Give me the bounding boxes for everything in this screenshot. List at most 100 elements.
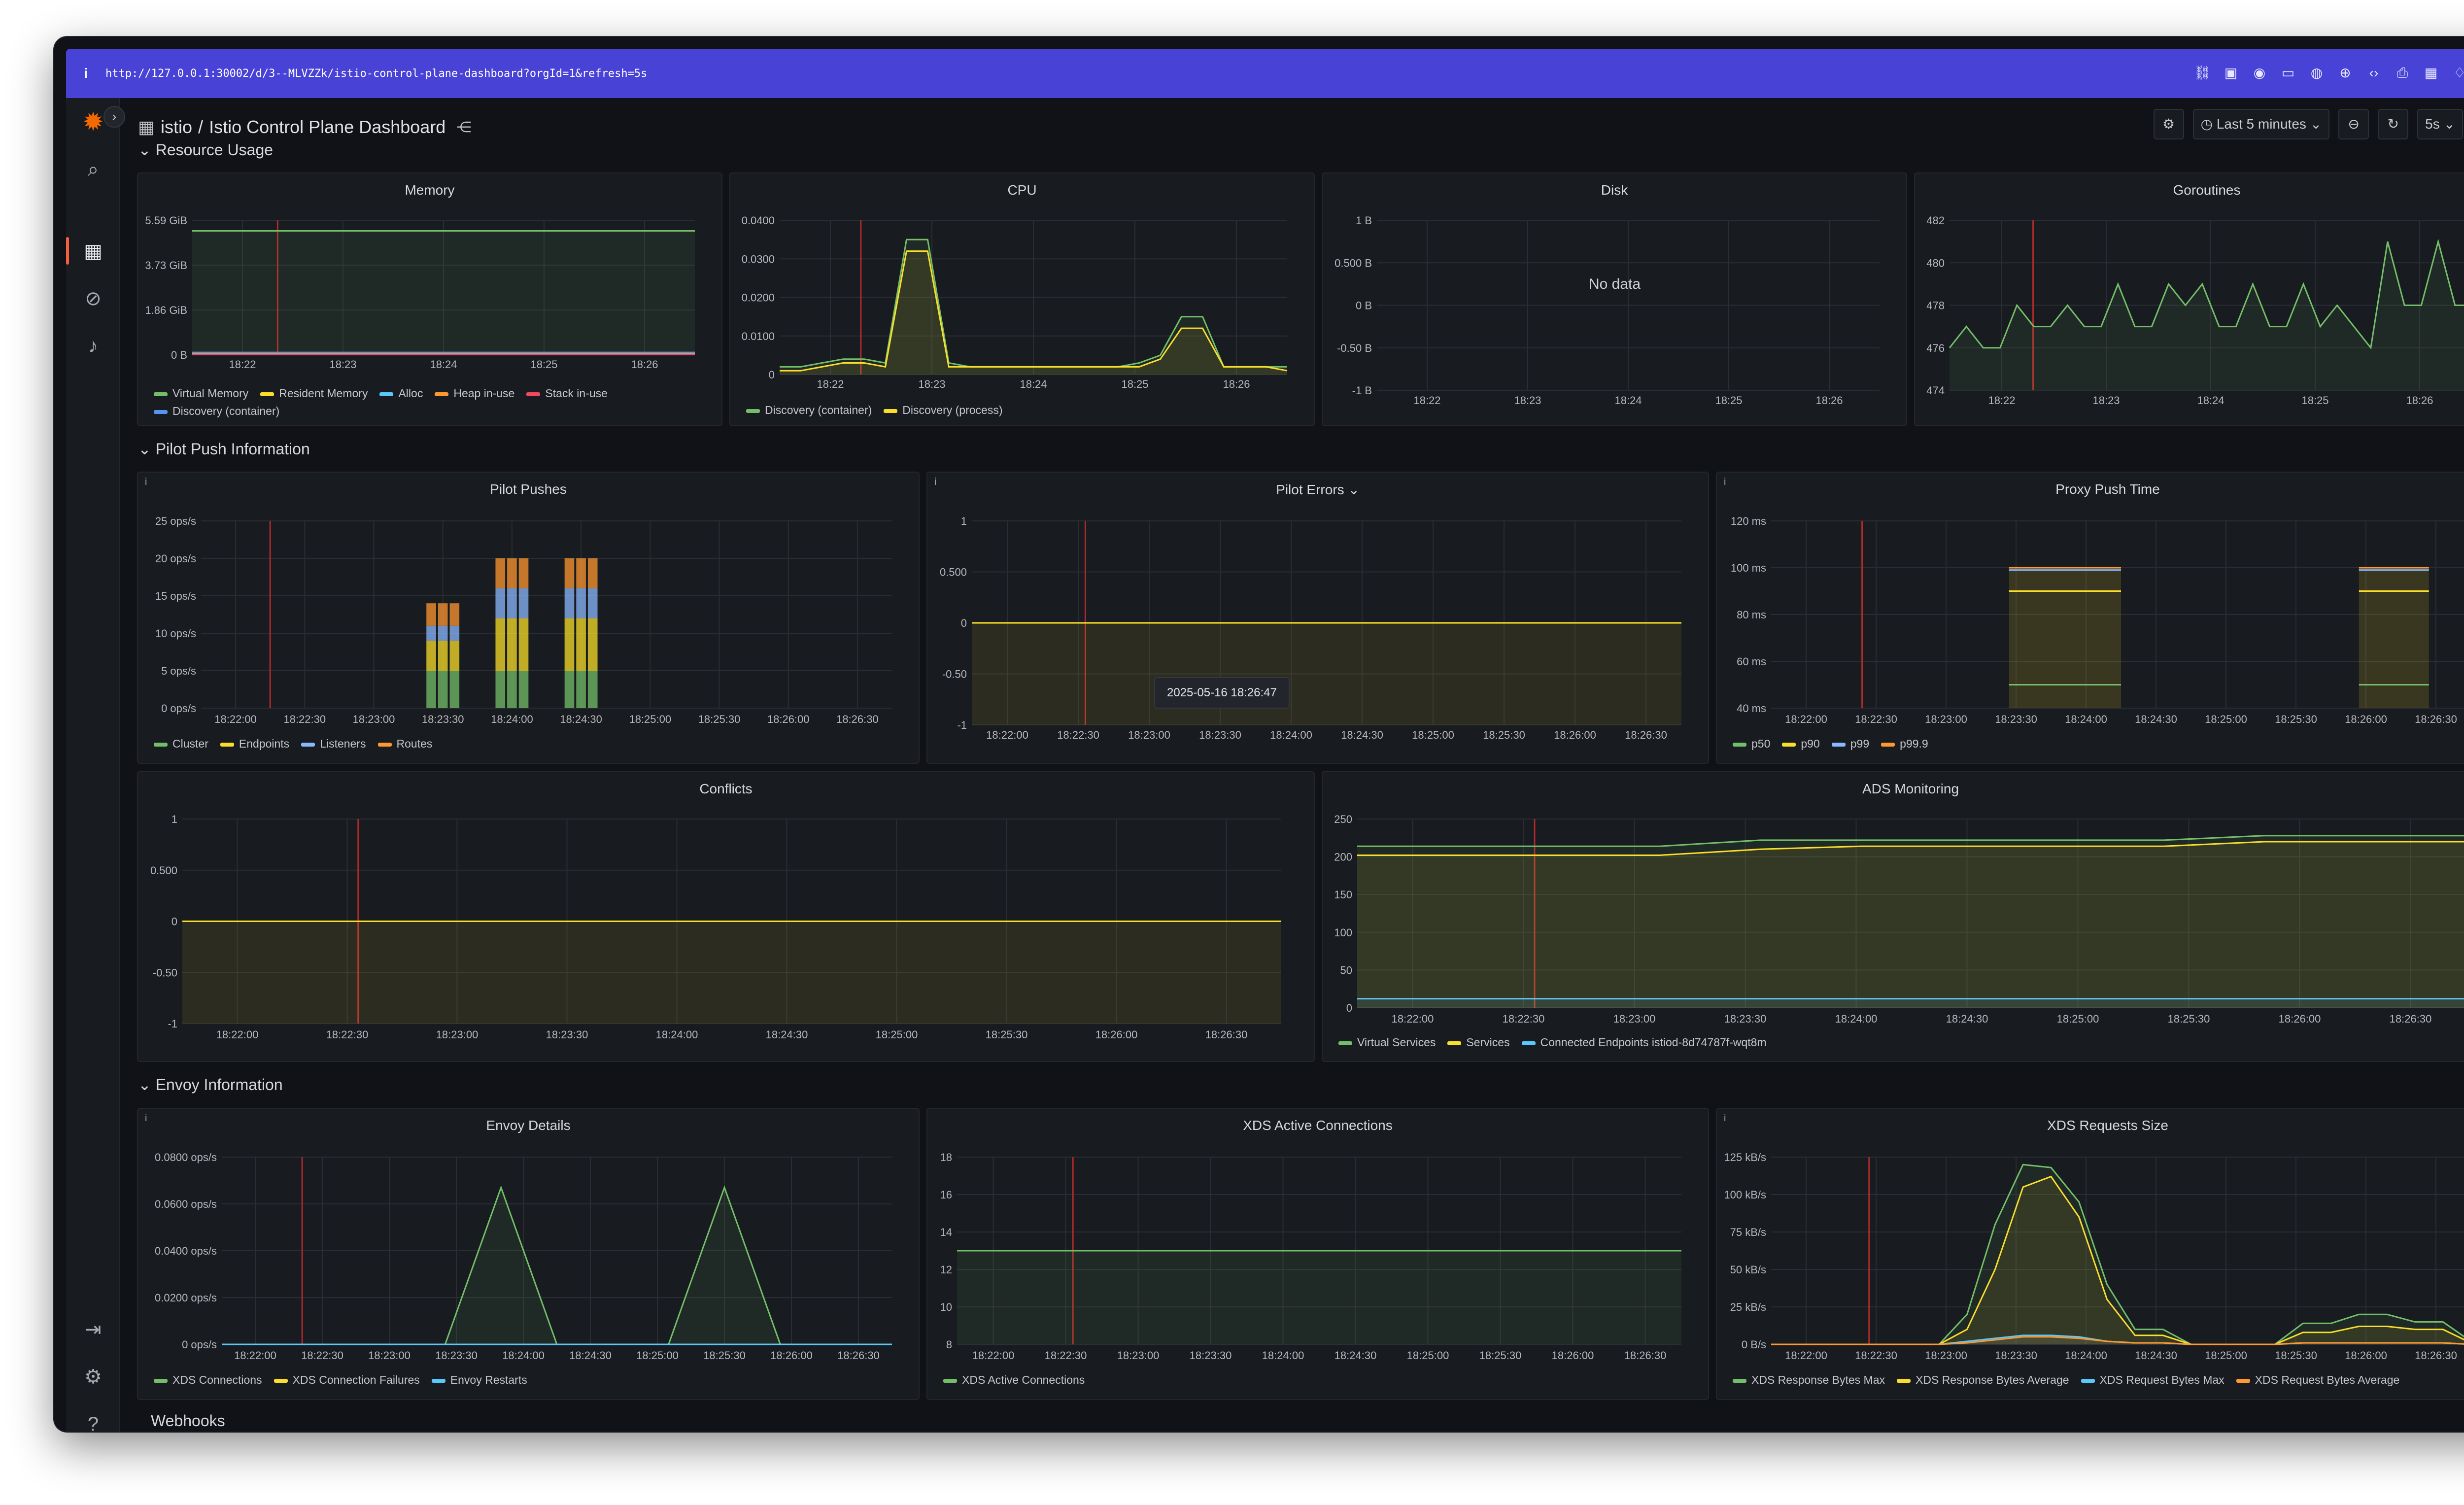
- bar-endpoints[interactable]: [507, 618, 517, 671]
- page-title[interactable]: Istio Control Plane Dashboard: [209, 117, 445, 137]
- panel-ads-monitoring[interactable]: ADS Monitoring 250 200 150 100 50 0 18:22:00 18…: [1322, 771, 2464, 1062]
- panel-proxy-push-time[interactable]: i Proxy Push Time 120 ms 100 ms 80 ms 60 ms…: [1716, 472, 2464, 764]
- panel-cpu[interactable]: CPU 0.0400 0.0300 0.0200 0.0100 0 18:22 18:23 1…: [729, 172, 1315, 426]
- bar-endpoints[interactable]: [495, 618, 506, 671]
- refresh-interval-picker[interactable]: 5s ⌄: [2417, 109, 2463, 139]
- bar-endpoints[interactable]: [426, 641, 436, 671]
- share-icon[interactable]: ⋲: [456, 119, 471, 136]
- legend-item[interactable]: Listeners: [301, 735, 366, 752]
- panel-envoy-details[interactable]: i Envoy Details 0.0800 ops/s 0.0600 ops/s…: [137, 1108, 920, 1400]
- panel-memory[interactable]: Memory 5.59 GiB 3.73 GiB 1.86 GiB 0 B 18:22 1…: [137, 172, 722, 426]
- url-text[interactable]: http://127.0.0.1:30002/d/3--MLVZZk/istio…: [105, 68, 647, 80]
- section-pilot-push[interactable]: ⌄ Pilot Push Information: [138, 440, 310, 458]
- bar-routes[interactable]: [426, 603, 436, 626]
- target-icon[interactable]: ⊕: [2336, 64, 2355, 82]
- legend-item[interactable]: Alloc: [379, 384, 423, 402]
- sign-in-icon[interactable]: ⇥: [77, 1313, 109, 1346]
- bar-cluster[interactable]: [495, 671, 506, 708]
- legend-item[interactable]: XDS Connections: [154, 1371, 262, 1389]
- search-icon[interactable]: ⌕: [77, 153, 109, 186]
- panel-goroutines[interactable]: Goroutines 482 480 478 476 474 18:22 18:23 18:2…: [1914, 172, 2464, 426]
- dashboard-settings-button[interactable]: ⚙: [2153, 109, 2184, 139]
- dashboards-icon[interactable]: ▦: [77, 235, 109, 268]
- legend-item[interactable]: p99: [1831, 735, 1869, 752]
- panel-disk[interactable]: Disk 1 B 0.500 B0 B -0.50 B -1 B 18:22 18:23 1…: [1322, 172, 1907, 426]
- printer-icon[interactable]: ⎙: [2393, 64, 2412, 82]
- bar-cluster[interactable]: [507, 671, 517, 708]
- legend-item[interactable]: Routes: [377, 735, 432, 752]
- section-resource-usage[interactable]: ⌄ Resource Usage: [138, 140, 273, 159]
- expand-sidebar-button[interactable]: ›: [103, 106, 125, 128]
- legend-item[interactable]: Discovery (process): [884, 401, 1003, 419]
- bar-listeners[interactable]: [438, 625, 448, 641]
- time-picker-button[interactable]: ◷ Last 5 minutes ⌄: [2192, 109, 2330, 139]
- bar-routes[interactable]: [449, 603, 460, 626]
- bar-listeners[interactable]: [518, 588, 529, 618]
- bar-routes[interactable]: [587, 558, 598, 588]
- legend-item[interactable]: XDS Request Bytes Max: [2081, 1371, 2224, 1389]
- bar-routes[interactable]: [564, 558, 575, 588]
- legend-item[interactable]: Discovery (container): [154, 402, 279, 420]
- info-icon[interactable]: i: [66, 66, 105, 81]
- terminal-icon[interactable]: ▭: [2279, 64, 2297, 82]
- bar-endpoints[interactable]: [438, 641, 448, 671]
- legend-item[interactable]: Endpoints: [220, 735, 289, 752]
- legend-item[interactable]: XDS Response Bytes Average: [1897, 1371, 2069, 1389]
- bar-cluster[interactable]: [518, 671, 529, 708]
- bar-cluster[interactable]: [564, 671, 575, 708]
- bar-endpoints[interactable]: [564, 618, 575, 671]
- bar-cluster[interactable]: [426, 671, 436, 708]
- bar-routes[interactable]: [576, 558, 586, 588]
- push-time-area[interactable]: [2359, 568, 2429, 708]
- zoom-out-button[interactable]: ⊖: [2338, 109, 2369, 139]
- explore-icon[interactable]: ⊘: [77, 282, 109, 315]
- legend-item[interactable]: XDS Response Bytes Max: [1733, 1371, 1885, 1389]
- help-icon[interactable]: ?: [77, 1408, 109, 1432]
- legend-item[interactable]: XDS Active Connections: [943, 1371, 1085, 1389]
- bell-icon[interactable]: ♢: [2450, 64, 2464, 82]
- bar-endpoints[interactable]: [449, 641, 460, 671]
- link-icon[interactable]: ⛓: [2193, 64, 2212, 82]
- camera-icon[interactable]: ◉: [2250, 64, 2269, 82]
- bar-listeners[interactable]: [426, 625, 436, 641]
- legend-item[interactable]: Discovery (container): [746, 401, 872, 419]
- alerting-bell-icon[interactable]: ♪: [77, 330, 109, 362]
- panel-pilot-errors[interactable]: i Pilot Errors ⌄ 1 0.500 0 -0.50 -1 18:22:00 1…: [926, 472, 1709, 764]
- section-webhooks[interactable]: Webhooks: [151, 1412, 225, 1430]
- legend-item[interactable]: Virtual Memory: [154, 384, 248, 402]
- legend-item[interactable]: Resident Memory: [260, 384, 368, 402]
- refresh-button[interactable]: ↻: [2378, 109, 2409, 139]
- bar-listeners[interactable]: [564, 588, 575, 618]
- bar-listeners[interactable]: [495, 588, 506, 618]
- folder-link[interactable]: istio: [161, 117, 192, 137]
- legend-item[interactable]: p99.9: [1881, 735, 1928, 752]
- legend-item[interactable]: Heap in-use: [435, 384, 514, 402]
- bar-routes[interactable]: [438, 603, 448, 626]
- bar-listeners[interactable]: [449, 625, 460, 641]
- code-icon[interactable]: ‹›: [2364, 64, 2383, 82]
- bar-listeners[interactable]: [507, 588, 517, 618]
- legend-item[interactable]: XDS Connection Failures: [274, 1371, 420, 1389]
- panel-xds-requests-size[interactable]: i XDS Requests Size 125 kB/s 100 kB/s 75 k…: [1716, 1108, 2464, 1400]
- panel-pilot-pushes[interactable]: i Pilot Pushes 25 ops/s 20 ops/s 15 ops/s 1…: [137, 472, 920, 764]
- bar-cluster[interactable]: [449, 671, 460, 708]
- bar-listeners[interactable]: [576, 588, 586, 618]
- bar-endpoints[interactable]: [587, 618, 598, 671]
- section-envoy[interactable]: ⌄ Envoy Information: [138, 1075, 283, 1094]
- bar-endpoints[interactable]: [518, 618, 529, 671]
- legend-item[interactable]: Virtual Services: [1338, 1033, 1436, 1051]
- address-bar[interactable]: i http://127.0.0.1:30002/d/3--MLVZZk/ist…: [66, 49, 2464, 98]
- bar-listeners[interactable]: [587, 588, 598, 618]
- settings-gear-icon[interactable]: ⚙: [77, 1361, 109, 1393]
- bar-endpoints[interactable]: [576, 618, 586, 671]
- bar-cluster[interactable]: [576, 671, 586, 708]
- bar-routes[interactable]: [518, 558, 529, 588]
- legend-item[interactable]: Connected Endpoints istiod-8d74787f-wqt8…: [1521, 1033, 1767, 1051]
- legend-item[interactable]: Services: [1447, 1033, 1510, 1051]
- panel-xds-active-connections[interactable]: XDS Active Connections 18 16 14 12 10 8 18:22:…: [926, 1108, 1709, 1400]
- extension-icon[interactable]: ▦: [2422, 64, 2440, 82]
- legend-item[interactable]: XDS Request Bytes Average: [2236, 1371, 2399, 1389]
- bar-routes[interactable]: [507, 558, 517, 588]
- screenshot-icon[interactable]: ▣: [2222, 64, 2240, 82]
- legend-item[interactable]: Stack in-use: [526, 384, 608, 402]
